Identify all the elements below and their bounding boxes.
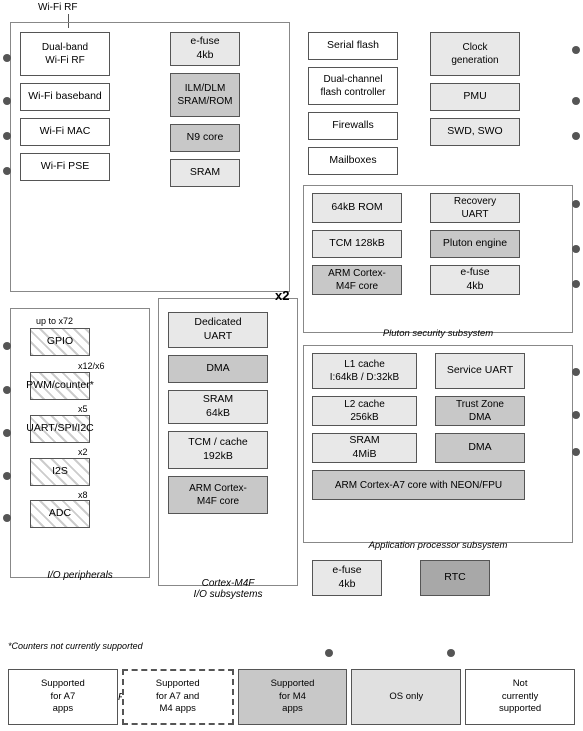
pwm-counter-block: PWM/counter* [30, 372, 90, 400]
swd-swo-block: SWD, SWO [430, 118, 520, 146]
connector-dot-3 [3, 132, 11, 140]
serial-flash-block: Serial flash [308, 32, 398, 60]
connector-dot-r9 [572, 448, 580, 456]
io-label: I/O peripherals [47, 570, 113, 581]
x5-label: x5 [78, 404, 88, 414]
connector-dot-r6 [572, 280, 580, 288]
x2-big-label: x2 [275, 288, 289, 303]
legend-a7: Supportedfor A7apps [8, 669, 118, 725]
connector-dot-b2 [447, 649, 455, 657]
connector-dot-6 [3, 386, 11, 394]
note-text: *Counters not currently supported [8, 641, 143, 651]
connector-dot-r4 [572, 200, 580, 208]
dedicated-uart-block: DedicatedUART [168, 312, 268, 348]
recovery-uart-block: RecoveryUART [430, 193, 520, 223]
diagram-container: Wi-Fi RF Wi-Fi subsystem Dual-bandWi-Fi … [0, 0, 583, 731]
app-proc-label: Application processor subsystem [369, 540, 508, 551]
connector-dot-r2 [572, 97, 580, 105]
connector-dot-2 [3, 97, 11, 105]
wifi-rf-label: Wi-Fi RF [38, 2, 77, 13]
service-uart-block: Service UART [435, 353, 525, 389]
rtc-block: RTC [420, 560, 490, 596]
n9-core-block: N9 core [170, 124, 240, 152]
x8-label: x8 [78, 490, 88, 500]
wifi-pse-block: Wi-Fi PSE [20, 153, 110, 181]
connector-dot-8 [3, 472, 11, 480]
efuse-top-block: e-fuse4kb [170, 32, 240, 66]
sram-wifi-block: SRAM [170, 159, 240, 187]
efuse-pluton-block: e-fuse4kb [430, 265, 520, 295]
rom-64kb-block: 64kB ROM [312, 193, 402, 223]
arm-cortex-a7-block: ARM Cortex-A7 core with NEON/FPU [312, 470, 525, 500]
sram-64kb-block: SRAM64kB [168, 390, 268, 424]
connector-dot-r1 [572, 46, 580, 54]
sram-4mib-block: SRAM4MiB [312, 433, 417, 463]
connector-dot-b1 [325, 649, 333, 657]
trustzone-dma-block: Trust ZoneDMA [435, 396, 525, 426]
pmu-block: PMU [430, 83, 520, 111]
up-to-x72: up to x72 [36, 316, 73, 326]
connector-dot-1 [3, 54, 11, 62]
ilm-dlm-block: ILM/DLMSRAM/ROM [170, 73, 240, 117]
connector-dot-9 [3, 514, 11, 522]
dma-app-block: DMA [435, 433, 525, 463]
connector-dot-r3 [572, 132, 580, 140]
legend-os: OS only [351, 669, 461, 725]
clock-gen-block: Clockgeneration [430, 32, 520, 76]
gpio-block: GPIO [30, 328, 90, 356]
legend-not-supported: Notcurrentlysupported [465, 669, 575, 725]
arm-cortex-m4-pluton-block: ARM Cortex-M4F core [312, 265, 402, 295]
wifi-mac-block: Wi-Fi MAC [20, 118, 110, 146]
legend-a7-m4: Supportedfor A7 andM4 apps [122, 669, 234, 725]
legend: Supportedfor A7apps Supportedfor A7 andM… [8, 669, 575, 725]
x2-small-label: x2 [78, 447, 88, 457]
cortex-m4f-label: Cortex-M4FI/O subsystems [194, 578, 263, 600]
x12-x6-label: x12/x6 [78, 361, 105, 371]
pluton-engine-block: Pluton engine [430, 230, 520, 258]
tcm-128kb-block: TCM 128kB [312, 230, 402, 258]
connector-dot-r8 [572, 411, 580, 419]
adc-block: ADC [30, 500, 90, 528]
tcm-cache-block: TCM / cache192kB [168, 431, 268, 469]
arm-cortex-m4f-block: ARM Cortex-M4F core [168, 476, 268, 514]
connector-dot-r7 [572, 368, 580, 376]
pluton-label: Pluton security subsystem [383, 328, 493, 339]
l2-cache-block: L2 cache256kB [312, 396, 417, 426]
l1-cache-block: L1 cacheI:64kB / D:32kB [312, 353, 417, 389]
connector-dot-r5 [572, 245, 580, 253]
dual-band-block: Dual-bandWi-Fi RF [20, 32, 110, 76]
dma-cortex-block: DMA [168, 355, 268, 383]
uart-spi-i2c-block: UART/SPI/I2C [30, 415, 90, 443]
dual-channel-block: Dual-channelflash controller [308, 67, 398, 105]
firewalls-block: Firewalls [308, 112, 398, 140]
efuse-bottom-block: e-fuse4kb [312, 560, 382, 596]
legend-m4: Supportedfor M4apps [238, 669, 348, 725]
connector-dot-4 [3, 167, 11, 175]
mailboxes-block: Mailboxes [308, 147, 398, 175]
connector-dot-5 [3, 342, 11, 350]
i2s-block: I2S [30, 458, 90, 486]
wifi-baseband-block: Wi-Fi baseband [20, 83, 110, 111]
connector-dot-7 [3, 429, 11, 437]
